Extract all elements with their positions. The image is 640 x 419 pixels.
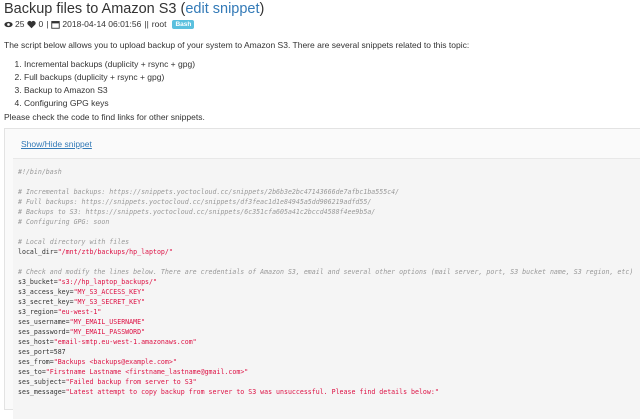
code-var-value: "MY_S3_ACCESS_KEY" [73, 288, 146, 296]
code-var-value: "MY_S3_SECRET_KEY" [73, 298, 146, 306]
intro-text: The script below allows you to upload ba… [4, 40, 470, 50]
code-comment: # Full backups: https://snippets.yoctocl… [18, 198, 372, 206]
code-var-name: ses_from= [18, 358, 54, 366]
title-text: Backup files to Amazon S3 [4, 1, 177, 17]
code-var-name: ses_subject= [18, 378, 66, 386]
code-var-name: ses_password= [18, 328, 70, 336]
snippet-author: root [151, 19, 167, 29]
code-block[interactable]: #!/bin/bash # Incremental backups: https… [13, 158, 640, 419]
code-var-name: ses_username= [18, 318, 70, 326]
snippet-meta: 25 0 | 2018-04-14 06:01:56 || root Bash [4, 19, 195, 29]
calendar-icon [51, 20, 61, 29]
page-title: Backup files to Amazon S3 (edit snippet) [4, 1, 265, 17]
code-comment: # Backups to S3: https://snippets.yoctoc… [18, 208, 376, 216]
code-comment: # Local directory with files [18, 238, 130, 246]
tag-badge[interactable]: Bash [172, 19, 195, 29]
eye-icon [4, 21, 13, 27]
code-var-name: ses_to= [18, 368, 46, 376]
code-line: #!/bin/bash [18, 168, 62, 176]
show-hide-snippet-link[interactable]: Show/Hide snippet [21, 139, 92, 149]
code-var-name: ses_message= [18, 388, 66, 396]
code-var-name: s3_region= [18, 308, 58, 316]
code-var-name: ses_port= [18, 348, 54, 356]
views-count: 25 [15, 19, 25, 29]
code-var-value: "/mnt/ztb/backups/hp_laptop/" [57, 248, 173, 256]
code-var-value: "Failed backup from server to S3" [65, 378, 197, 386]
code-var-value: "email-smtp.eu-west-1.amazonaws.com" [53, 338, 197, 346]
snippet-header: Backup files to Amazon S3 (edit snippet) [4, 0, 264, 19]
code-comment: # Check and modify the lines below. Ther… [18, 268, 634, 276]
check-text: Please check the code to find links for … [4, 112, 205, 122]
snippet-date: 2018-04-14 06:01:56 [62, 19, 142, 29]
likes-count: 0 [38, 19, 44, 29]
code-var-value: "MY_EMAIL_USERNAME" [69, 318, 146, 326]
code-var-value: "Backups <backups@example.com>" [53, 358, 177, 366]
heart-icon [27, 20, 37, 28]
code-var-value: "Latest attempt to copy backup from serv… [65, 388, 439, 396]
code-var-name: ses_host= [18, 338, 54, 346]
code-var-value: 587 [53, 348, 66, 356]
list-item: Incremental backups (duplicity + rsync +… [24, 58, 195, 71]
code-var-value: "s3://hp_laptop_backups/" [57, 278, 157, 286]
edit-snippet-link[interactable]: edit snippet [185, 1, 259, 17]
code-var-name: s3_bucket= [18, 278, 58, 286]
code-var-name: local_dir= [18, 248, 58, 256]
code-var-value: "MY_EMAIL_PASSWORD" [69, 328, 146, 336]
code-var-value: "Firstname Lastname <firstname_lastname@… [45, 368, 249, 376]
list-item: Backup to Amazon S3 [24, 84, 195, 97]
list-item: Configuring GPG keys [24, 97, 195, 110]
code-var-name: s3_access_key= [18, 288, 74, 296]
snippet-panel: Show/Hide snippet #!/bin/bash # Incremen… [4, 128, 640, 419]
code-var-name: s3_secret_key= [18, 298, 74, 306]
list-item: Full backups (duplicity + rsync + gpg) [24, 71, 195, 84]
topics-list: Incremental backups (duplicity + rsync +… [16, 58, 195, 110]
code-var-value: "eu-west-1" [57, 308, 102, 316]
code-comment: # Incremental backups: https://snippets.… [18, 188, 400, 196]
code-comment: # Configuring GPG: soon [18, 218, 110, 226]
